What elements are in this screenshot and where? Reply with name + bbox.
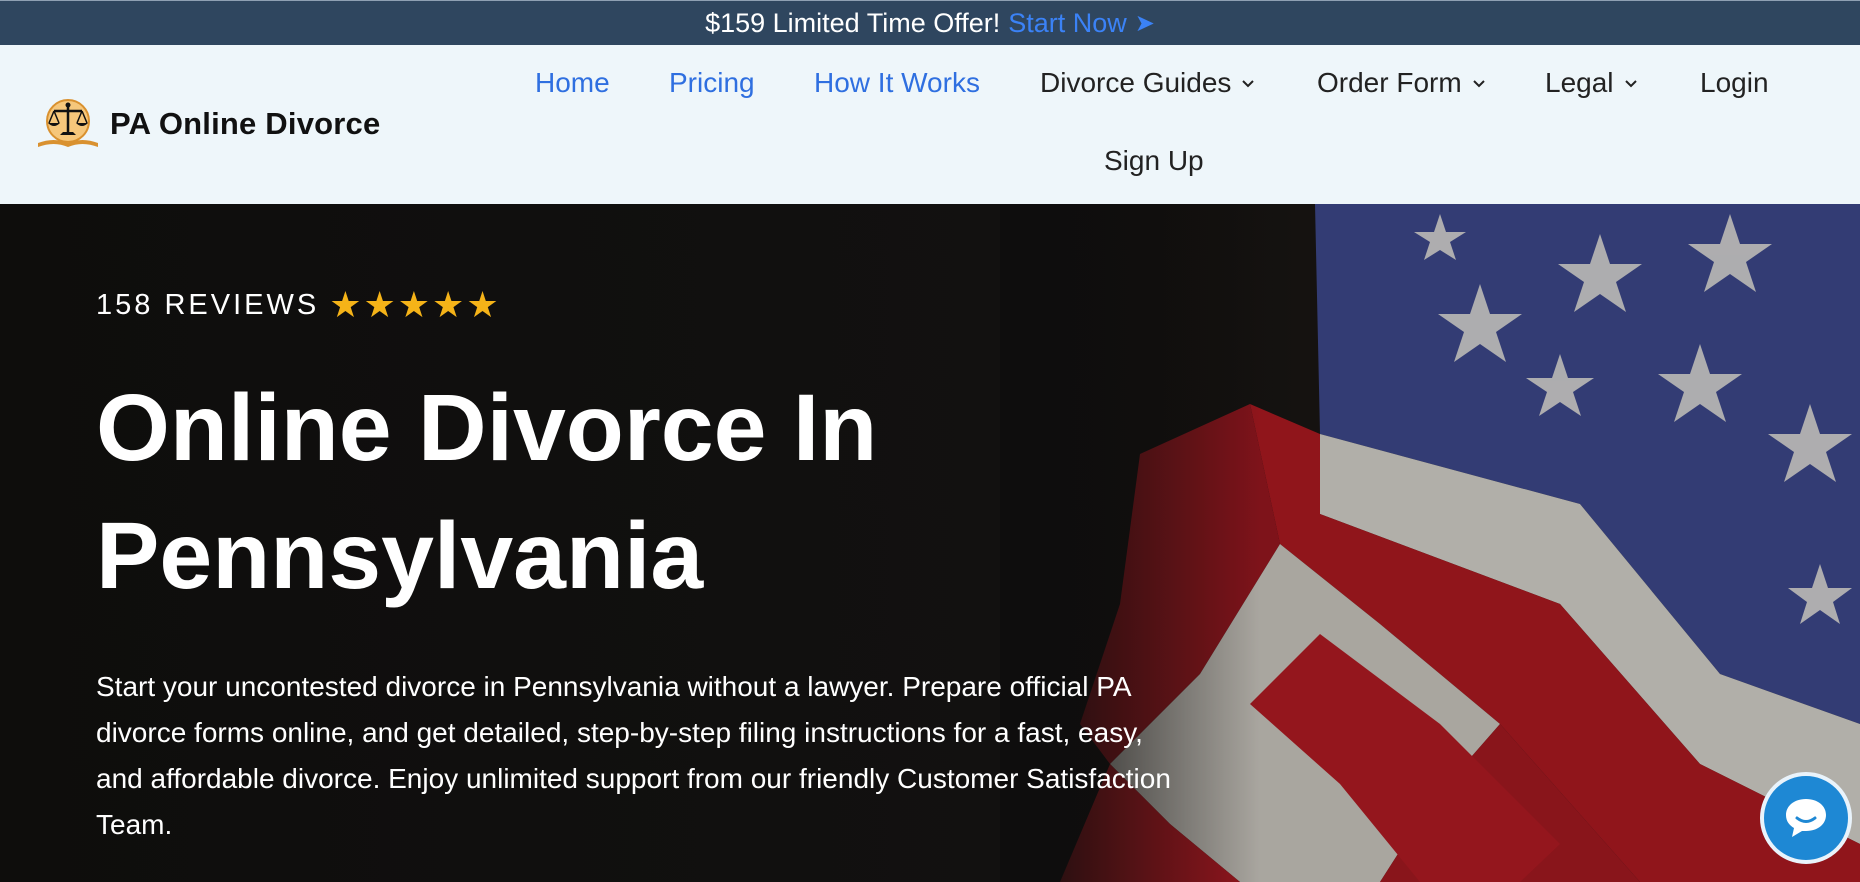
chevron-down-icon [1242,80,1255,88]
headline-line-2: Pennsylvania [96,503,704,609]
star-icon: ★ [329,284,362,325]
nav-divorce-guides[interactable]: Divorce Guides [1040,67,1255,99]
hero-headline: Online Divorce In Pennsylvania [96,364,996,620]
nav-order-form-label: Order Form [1317,67,1462,98]
star-icon: ★ [432,284,465,325]
start-now-link[interactable]: Start Now [1008,8,1127,39]
nav-how-it-works[interactable]: How It Works [814,67,980,99]
nav-home[interactable]: Home [535,67,610,99]
headline-line-1: Online Divorce In [96,375,878,481]
hero-description: Start your uncontested divorce in Pennsy… [96,671,1171,840]
announcement-text: $159 Limited Time Offer! [705,7,1001,38]
chat-bubble-icon [1786,799,1826,837]
site-header: PA Online Divorce Home Pricing How It Wo… [0,45,1860,204]
hero-section: 158 REVIEWS ★ ★ ★ ★ ★ Online Divorce In … [0,204,1860,882]
nav-order-form[interactable]: Order Form [1317,67,1486,99]
rating-stars: ★ ★ ★ ★ ★ [329,284,500,326]
nav-login[interactable]: Login [1700,67,1769,99]
chevron-down-icon [1472,80,1485,88]
logo-text: PA Online Divorce [110,106,381,141]
reviews-summary: 158 REVIEWS ★ ★ ★ ★ ★ [96,284,501,326]
site-logo[interactable]: PA Online Divorce [36,97,380,151]
reviews-count: 158 REVIEWS [96,288,320,321]
chat-widget-button[interactable] [1760,772,1852,864]
nav-legal[interactable]: Legal [1545,67,1638,99]
nav-divorce-guides-label: Divorce Guides [1040,67,1232,98]
star-icon: ★ [397,284,431,325]
scales-of-justice-icon [38,99,98,147]
nav-legal-label: Legal [1545,67,1614,98]
arrow-right-icon[interactable]: ➤ [1135,9,1155,38]
star-icon: ★ [363,284,396,325]
nav-pricing[interactable]: Pricing [669,67,755,99]
nav-sign-up[interactable]: Sign Up [1104,145,1204,177]
star-icon: ★ [466,284,499,325]
announcement-bar: $159 Limited Time Offer! Start Now ➤ [0,0,1860,45]
chevron-down-icon [1624,80,1637,88]
